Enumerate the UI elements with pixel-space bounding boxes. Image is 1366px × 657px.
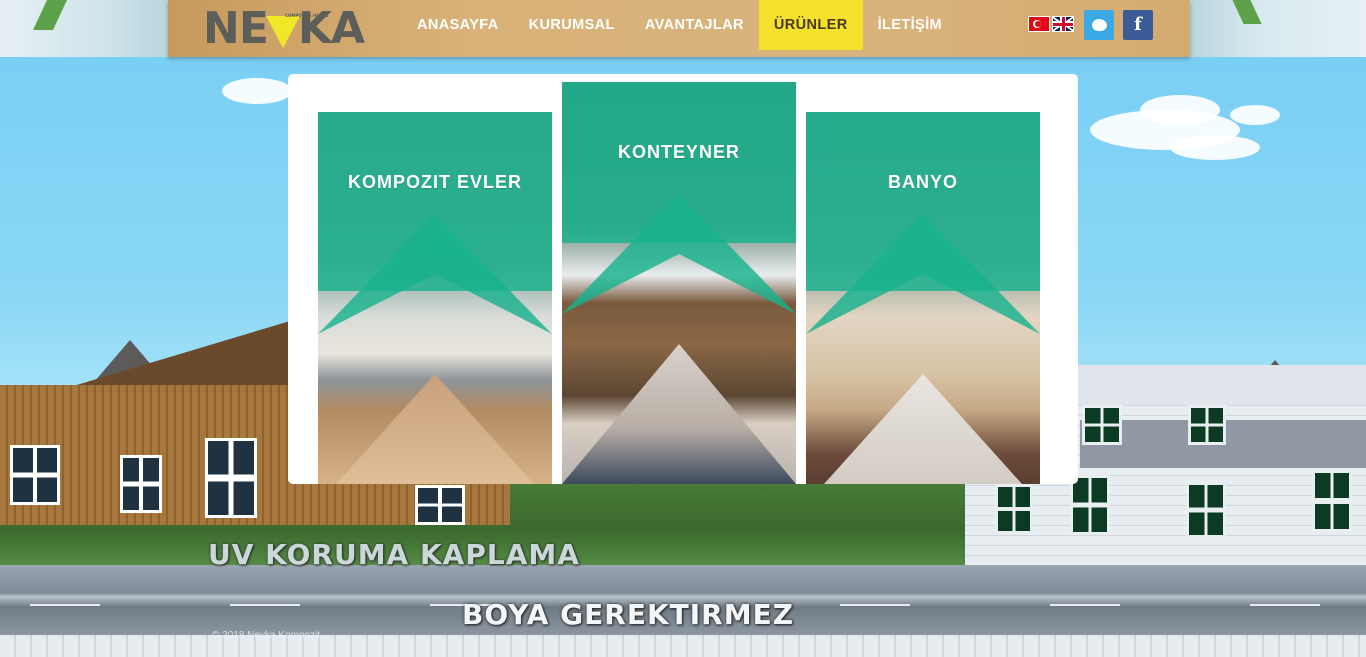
road-line: [840, 604, 910, 606]
window: [1082, 405, 1122, 445]
window: [1312, 470, 1352, 532]
en-flag-icon[interactable]: [1052, 16, 1074, 32]
product-card-kompozit-evler[interactable]: KOMPOZIT EVLER: [318, 112, 552, 484]
window: [995, 484, 1033, 534]
sidewalk: [0, 635, 1366, 657]
logo-text-ne: NE: [203, 2, 269, 54]
nav-item-avantajlar[interactable]: AVANTAJLAR: [630, 0, 759, 50]
logo-subtitle: COMPOSITE HOUSE: [285, 13, 329, 18]
cloud: [1140, 95, 1220, 125]
logo-triangle-icon: [265, 16, 300, 48]
product-title: KONTEYNER: [617, 142, 740, 162]
cloud: [1230, 105, 1280, 125]
copyright-text: © 2018 Nevka Kompozit: [212, 630, 320, 641]
site-logo[interactable]: NE KA COMPOSITE HOUSE: [203, 2, 385, 54]
slogan-no-paint: BOYA GEREKTIRMEZ: [462, 598, 795, 631]
tr-flag-icon[interactable]: [1028, 16, 1050, 32]
window: [120, 455, 162, 513]
window: [1188, 405, 1226, 445]
window: [205, 438, 257, 518]
nav-item-iletisim[interactable]: İLETİŞİM: [863, 0, 957, 50]
header-right-decoration: [1190, 0, 1366, 57]
logo-text-ka: KA: [297, 2, 365, 54]
right-house-roof: [1075, 365, 1366, 405]
slogan-uv-protection: UV KORUMA KAPLAMA: [208, 538, 580, 571]
window: [1070, 475, 1110, 535]
main-nav: ANASAYFA KURUMSAL AVANTAJLAR ÜRÜNLER İLE…: [402, 0, 957, 50]
door: [1186, 482, 1226, 538]
product-card-konteyner[interactable]: KONTEYNER: [562, 82, 796, 484]
road-line: [30, 604, 100, 606]
product-title: KOMPOZIT EVLER: [347, 172, 522, 192]
cloud: [222, 78, 292, 104]
road-line: [230, 604, 300, 606]
product-title: BANYO: [887, 172, 958, 192]
road-line: [1050, 604, 1120, 606]
product-card-banyo[interactable]: BANYO: [806, 112, 1040, 484]
twitter-button[interactable]: [1084, 10, 1114, 40]
road-line: [1250, 604, 1320, 606]
nav-item-urunler[interactable]: ÜRÜNLER: [758, 0, 863, 50]
nav-item-kurumsal[interactable]: KURUMSAL: [514, 0, 630, 50]
window: [10, 445, 60, 505]
header-left-decoration: [0, 0, 170, 57]
nav-item-anasayfa[interactable]: ANASAYFA: [402, 0, 514, 50]
twitter-icon: [1092, 19, 1107, 31]
window: [415, 485, 465, 525]
cloud: [1170, 135, 1260, 160]
products-dropdown-panel: KOMPOZIT EVLER KONTEYNER BANYO: [288, 74, 1078, 484]
facebook-button[interactable]: f: [1123, 10, 1153, 40]
